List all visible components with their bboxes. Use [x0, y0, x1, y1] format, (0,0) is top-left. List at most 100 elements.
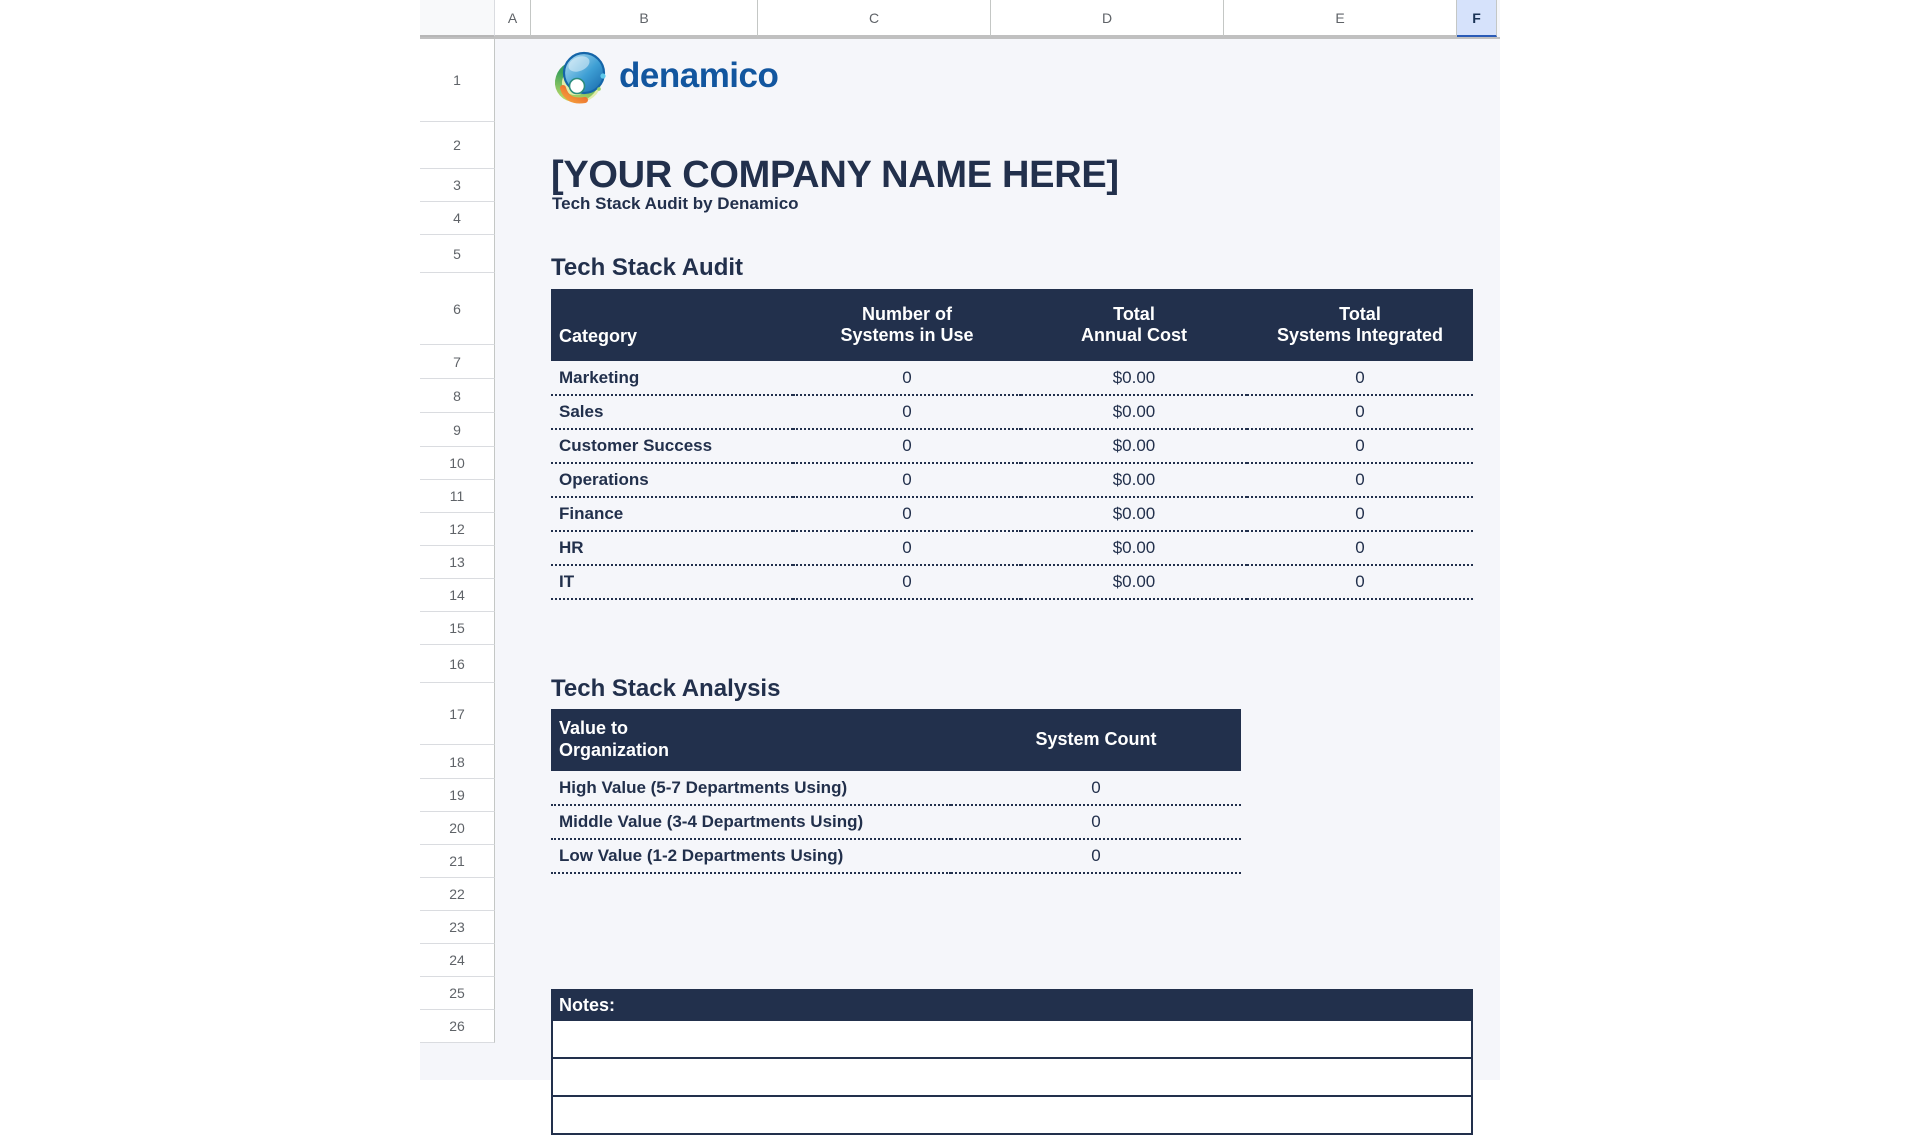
- table-row: Middle Value (3-4 Departments Using) 0: [551, 805, 1241, 840]
- audit-cell-annual-cost[interactable]: $0.00: [1021, 497, 1247, 532]
- audit-col-category: Category: [551, 289, 793, 361]
- table-row: HR 0 $0.00 0: [551, 531, 1473, 566]
- column-header-e[interactable]: E: [1224, 0, 1457, 37]
- notes-input-line[interactable]: [551, 1059, 1473, 1097]
- audit-cell-systems-integrated[interactable]: 0: [1247, 531, 1473, 566]
- analysis-cell-value-label[interactable]: Low Value (1-2 Departments Using): [551, 839, 951, 874]
- row-header-22[interactable]: 22: [420, 878, 495, 911]
- row-header-20[interactable]: 20: [420, 812, 495, 845]
- table-row: Operations 0 $0.00 0: [551, 463, 1473, 498]
- row-header-3[interactable]: 3: [420, 169, 495, 202]
- column-header-row: ABCDEF: [420, 0, 1500, 39]
- column-header-c[interactable]: C: [758, 0, 991, 37]
- column-header-b[interactable]: B: [531, 0, 758, 37]
- column-header-a[interactable]: A: [495, 0, 531, 37]
- audit-cell-annual-cost[interactable]: $0.00: [1021, 395, 1247, 430]
- row-header-25[interactable]: 25: [420, 977, 495, 1010]
- row-header-7[interactable]: 7: [420, 345, 495, 379]
- row-header-2[interactable]: 2: [420, 122, 495, 169]
- row-header-17[interactable]: 17: [420, 683, 495, 745]
- audit-section-title: Tech Stack Audit: [551, 254, 744, 281]
- table-row: High Value (5-7 Departments Using) 0: [551, 771, 1241, 806]
- row-header-15[interactable]: 15: [420, 612, 495, 645]
- notes-header: Notes:: [551, 989, 1473, 1021]
- row-header-gutter: 1 2 3 4 5 6 7 8 9 10 11 12 13 14 15 16 17 18 19 20 21 22 23 24 2…: [420, 39, 495, 1043]
- audit-cell-systems-in-use[interactable]: 0: [793, 395, 1021, 430]
- audit-cell-systems-integrated[interactable]: 0: [1247, 565, 1473, 600]
- audit-cell-systems-integrated[interactable]: 0: [1247, 395, 1473, 430]
- column-header-f[interactable]: F: [1457, 0, 1497, 37]
- analysis-col-system-count: System Count: [951, 709, 1241, 771]
- row-header-10[interactable]: 10: [420, 447, 495, 480]
- audit-header-row: Category Number of Systems in Use Total An…: [551, 289, 1473, 361]
- notes-input-line[interactable]: [551, 1021, 1473, 1059]
- row-header-11[interactable]: 11: [420, 480, 495, 513]
- analysis-col-value-to-organization: Value to Organization: [551, 709, 951, 771]
- audit-cell-annual-cost[interactable]: $0.00: [1021, 463, 1247, 498]
- audit-cell-category[interactable]: IT: [551, 565, 793, 600]
- audit-cell-systems-integrated[interactable]: 0: [1247, 361, 1473, 396]
- audit-cell-category[interactable]: Operations: [551, 463, 793, 498]
- table-row: Sales 0 $0.00 0: [551, 395, 1473, 430]
- analysis-header-row: Value to Organization System Count: [551, 709, 1241, 771]
- table-row: Finance 0 $0.00 0: [551, 497, 1473, 532]
- sheet-content: denamico [YOUR COMPANY NAME HERE] Tech S…: [495, 39, 1500, 1135]
- row-header-8[interactable]: 8: [420, 379, 495, 413]
- spreadsheet-grid: ABCDEF 1 2 3 4 5 6 7 8 9 10 11 12 13 14 15 16 17 18 19 20 21…: [420, 0, 1500, 1135]
- analysis-cell-value-label[interactable]: Middle Value (3-4 Departments Using): [551, 805, 951, 840]
- audit-cell-annual-cost[interactable]: $0.00: [1021, 429, 1247, 464]
- row-header-26[interactable]: 26: [420, 1010, 495, 1043]
- audit-cell-annual-cost[interactable]: $0.00: [1021, 565, 1247, 600]
- row-header-16[interactable]: 16: [420, 645, 495, 683]
- table-row: Customer Success 0 $0.00 0: [551, 429, 1473, 464]
- row-header-6[interactable]: 6: [420, 273, 495, 345]
- audit-cell-systems-integrated[interactable]: 0: [1247, 463, 1473, 498]
- analysis-cell-system-count[interactable]: 0: [951, 839, 1241, 874]
- page-title: [YOUR COMPANY NAME HERE]: [551, 154, 1119, 196]
- row-header-24[interactable]: 24: [420, 944, 495, 977]
- analysis-cell-system-count[interactable]: 0: [951, 771, 1241, 806]
- audit-cell-systems-integrated[interactable]: 0: [1247, 429, 1473, 464]
- denamico-swirl-logo-icon: [553, 46, 609, 106]
- table-row: IT 0 $0.00 0: [551, 565, 1473, 600]
- row-header-14[interactable]: 14: [420, 579, 495, 612]
- audit-cell-systems-in-use[interactable]: 0: [793, 497, 1021, 532]
- row-header-1[interactable]: 1: [420, 39, 495, 122]
- row-header-9[interactable]: 9: [420, 413, 495, 447]
- row-header-4[interactable]: 4: [420, 202, 495, 235]
- audit-col-systems-in-use: Number of Systems in Use: [793, 289, 1021, 361]
- select-all-corner[interactable]: [420, 0, 495, 37]
- row-header-19[interactable]: 19: [420, 779, 495, 812]
- tech-stack-audit-table: Category Number of Systems in Use Total An…: [551, 289, 1473, 600]
- audit-cell-systems-in-use[interactable]: 0: [793, 429, 1021, 464]
- row-header-12[interactable]: 12: [420, 513, 495, 546]
- table-row: Marketing 0 $0.00 0: [551, 361, 1473, 396]
- audit-cell-systems-in-use[interactable]: 0: [793, 463, 1021, 498]
- notes-block: Notes:: [551, 989, 1473, 1135]
- notes-input-line[interactable]: [551, 1097, 1473, 1135]
- audit-cell-category[interactable]: HR: [551, 531, 793, 566]
- row-header-23[interactable]: 23: [420, 911, 495, 944]
- audit-cell-annual-cost[interactable]: $0.00: [1021, 531, 1247, 566]
- audit-cell-systems-in-use[interactable]: 0: [793, 565, 1021, 600]
- row-header-13[interactable]: 13: [420, 546, 495, 579]
- analysis-cell-value-label[interactable]: High Value (5-7 Departments Using): [551, 771, 951, 806]
- audit-cell-category[interactable]: Customer Success: [551, 429, 793, 464]
- audit-cell-category[interactable]: Marketing: [551, 361, 793, 396]
- audit-cell-systems-in-use[interactable]: 0: [793, 361, 1021, 396]
- denamico-wordmark: denamico: [619, 56, 779, 95]
- analysis-section-title: Tech Stack Analysis: [551, 675, 781, 702]
- row-header-5[interactable]: 5: [420, 235, 495, 273]
- audit-cell-systems-in-use[interactable]: 0: [793, 531, 1021, 566]
- page-subtitle: Tech Stack Audit by Denamico: [552, 194, 799, 213]
- audit-cell-annual-cost[interactable]: $0.00: [1021, 361, 1247, 396]
- row-header-18[interactable]: 18: [420, 745, 495, 779]
- audit-cell-category[interactable]: Sales: [551, 395, 793, 430]
- denamico-logo: denamico: [553, 46, 779, 106]
- column-header-d[interactable]: D: [991, 0, 1224, 37]
- analysis-cell-system-count[interactable]: 0: [951, 805, 1241, 840]
- row-header-21[interactable]: 21: [420, 845, 495, 878]
- audit-col-systems-integrated: Total Systems Integrated: [1247, 289, 1473, 361]
- audit-cell-category[interactable]: Finance: [551, 497, 793, 532]
- audit-cell-systems-integrated[interactable]: 0: [1247, 497, 1473, 532]
